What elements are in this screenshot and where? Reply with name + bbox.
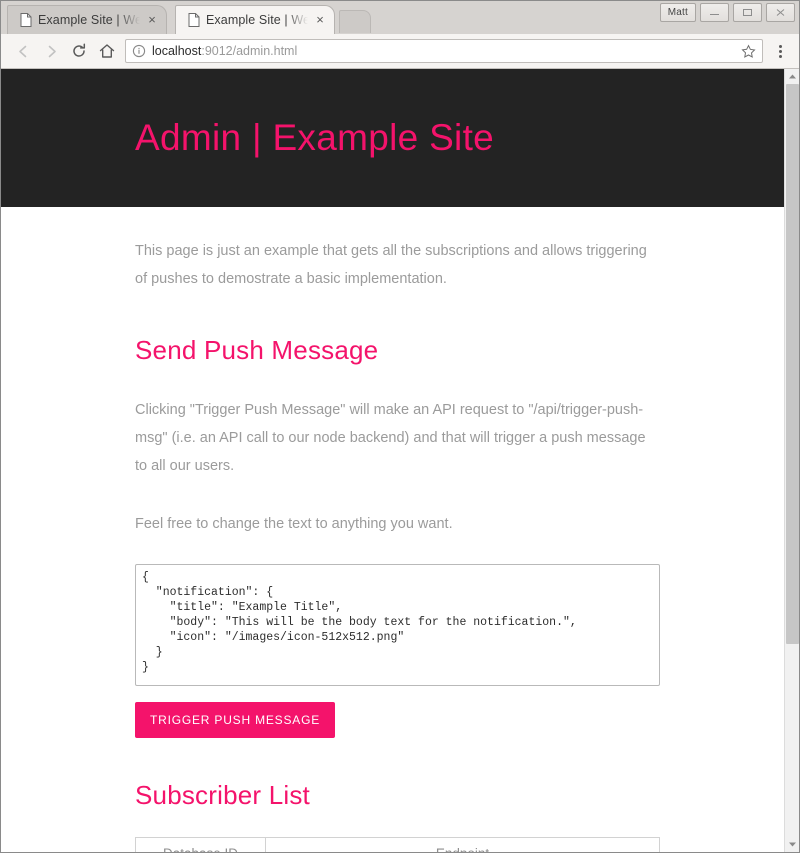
browser-toolbar: localhost:9012/admin.html (1, 34, 799, 69)
close-icon[interactable]: × (144, 12, 160, 28)
browser-tab-2[interactable]: Example Site | Web P × (175, 5, 335, 34)
column-header-endpoint: Endpoint (265, 837, 660, 852)
page-icon (188, 13, 200, 27)
minimize-button[interactable] (700, 3, 729, 22)
window-controls: Matt (659, 3, 795, 22)
overflow-menu-icon[interactable] (769, 44, 791, 58)
subscriber-table: Database ID Endpoint lege3Q7Dxz3aVShL ht… (135, 837, 660, 852)
menu-dot (778, 44, 782, 48)
home-icon[interactable] (93, 37, 121, 65)
web-page: Admin | Example Site This page is just a… (1, 69, 784, 852)
url-path: :9012/admin.html (201, 44, 298, 58)
menu-dot (778, 54, 782, 58)
page-icon (20, 13, 32, 27)
menu-dot (778, 49, 782, 53)
vertical-scrollbar[interactable] (784, 69, 799, 852)
tab-title: Example Site | Web P (206, 13, 308, 27)
tab-title: Example Site | Web P (38, 13, 140, 27)
browser-viewport: Admin | Example Site This page is just a… (1, 69, 799, 852)
trigger-push-message-button[interactable]: Trigger Push Message (135, 702, 336, 738)
table-header-row: Database ID Endpoint (135, 837, 660, 852)
maximize-button[interactable] (733, 3, 762, 22)
column-header-database-id: Database ID (135, 837, 266, 852)
intro-paragraph: This page is just an example that gets a… (135, 243, 647, 287)
close-window-button[interactable] (766, 3, 795, 22)
send-push-paragraph: Clicking "Trigger Push Message" will mak… (135, 402, 646, 474)
star-icon[interactable] (741, 43, 756, 59)
forward-arrow-icon[interactable] (37, 37, 65, 65)
tab-strip: Example Site | Web P × Example Site | We… (1, 1, 799, 34)
push-payload-textarea[interactable] (135, 564, 660, 686)
new-tab-button[interactable] (339, 10, 371, 33)
site-header: Admin | Example Site (1, 69, 784, 207)
back-arrow-icon[interactable] (9, 37, 37, 65)
reload-icon[interactable] (65, 37, 93, 65)
subscriber-list-heading: Subscriber List (135, 780, 310, 810)
user-profile-chip[interactable]: Matt (659, 3, 696, 22)
browser-tab-1[interactable]: Example Site | Web P × (7, 5, 167, 34)
browser-window: Example Site | Web P × Example Site | We… (0, 0, 800, 853)
page-title: Admin | Example Site (135, 117, 495, 158)
scroll-down-arrow[interactable] (785, 837, 799, 852)
send-push-heading: Send Push Message (135, 335, 379, 365)
scroll-up-arrow[interactable] (785, 69, 799, 84)
address-bar[interactable]: localhost:9012/admin.html (125, 39, 763, 63)
close-icon[interactable]: × (312, 12, 328, 28)
page-content: This page is just an example that gets a… (1, 237, 665, 852)
info-circle-icon[interactable] (132, 44, 146, 58)
address-bar-text: localhost:9012/admin.html (152, 44, 735, 58)
url-host: localhost (152, 44, 202, 58)
edit-hint-paragraph: Feel free to change the text to anything… (135, 516, 453, 532)
scrollbar-thumb[interactable] (786, 84, 799, 644)
